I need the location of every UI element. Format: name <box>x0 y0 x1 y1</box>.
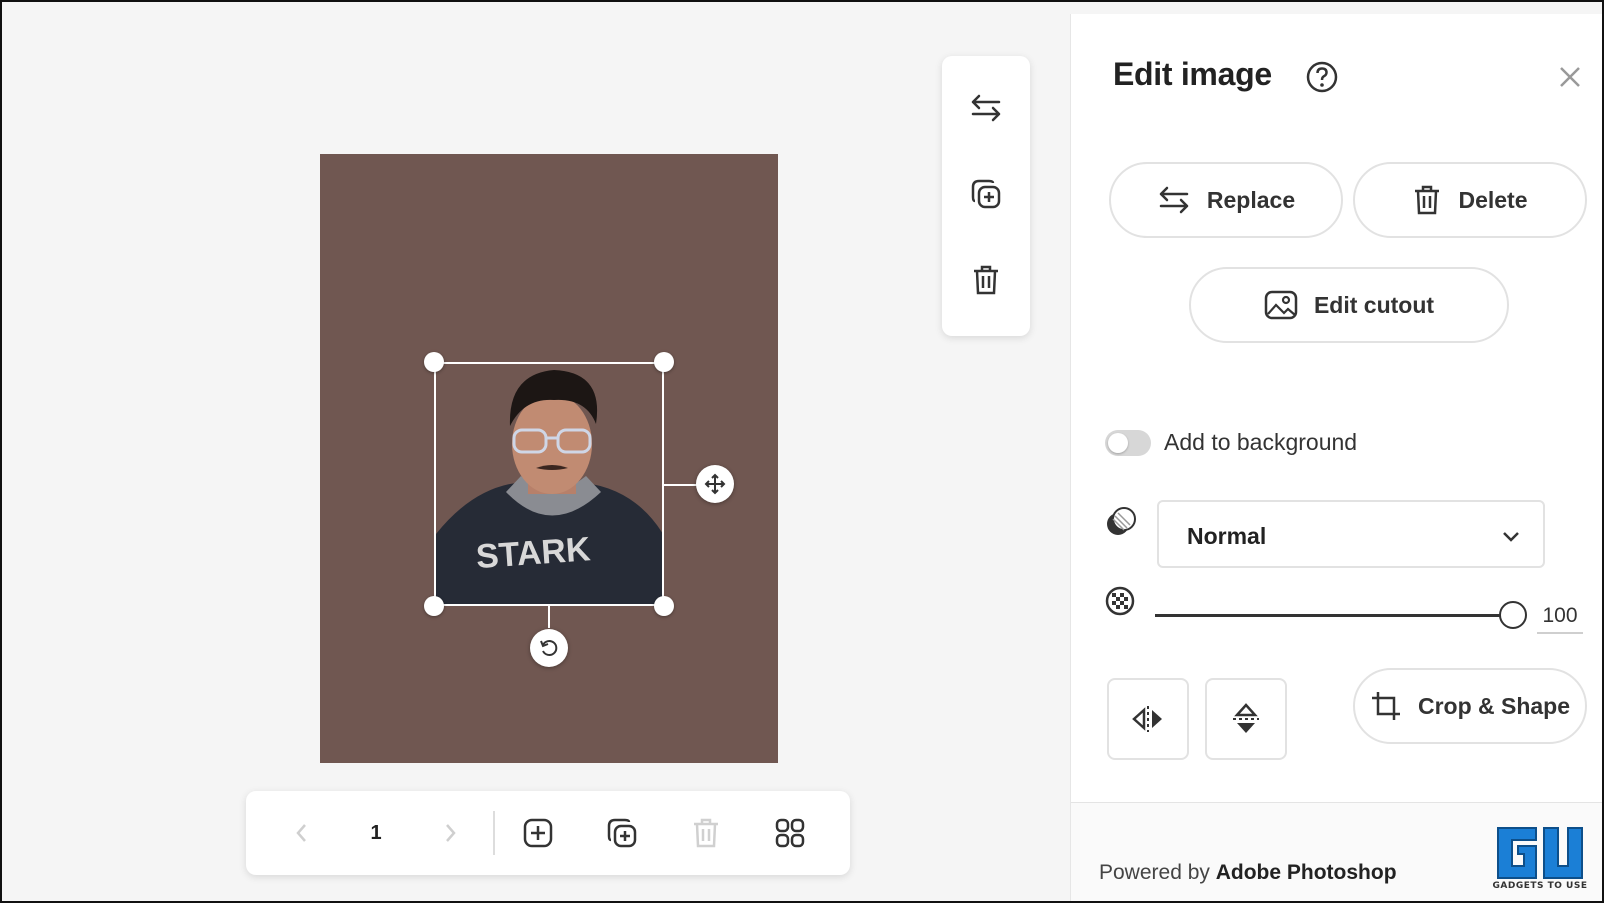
powered-by-text: Powered by Adobe Photoshop <box>1099 861 1397 885</box>
trash-icon <box>694 818 718 848</box>
top-strip <box>2 2 1602 14</box>
edit-image-panel: Edit image Replace Delete Edit cutout Ad… <box>1070 14 1603 901</box>
resize-handle-bottom-left[interactable] <box>424 596 444 616</box>
svg-text:STARK: STARK <box>475 530 592 576</box>
replace-button[interactable] <box>966 88 1006 128</box>
trash-icon <box>974 265 998 295</box>
trash-icon <box>1415 185 1440 215</box>
move-handle-connector <box>664 484 698 486</box>
move-icon <box>704 473 726 495</box>
edit-cutout-label: Edit cutout <box>1313 291 1435 318</box>
gadgets-to-use-text: GADGETS TO USE <box>1492 881 1588 891</box>
move-handle[interactable] <box>696 465 734 503</box>
replace-label: Replace <box>1206 186 1296 213</box>
opacity-slider[interactable] <box>1155 600 1527 630</box>
flip-horizontal-icon <box>1132 706 1162 732</box>
powered-by-brand: Adobe Photoshop <box>1215 861 1397 884</box>
flip-horizontal-button[interactable] <box>1107 678 1189 760</box>
swap-icon <box>971 94 1001 122</box>
chevron-left-icon <box>296 824 306 842</box>
edit-cutout-button[interactable]: Edit cutout <box>1189 267 1509 343</box>
duplicate-icon <box>971 179 1001 209</box>
crop-icon <box>1371 692 1400 720</box>
crop-shape-button[interactable]: Crop & Shape <box>1353 668 1587 744</box>
page-navigation-bar: 1 <box>246 791 850 875</box>
grid-icon <box>775 818 805 848</box>
person-photo: STARK <box>436 364 662 604</box>
floating-toolbar <box>942 56 1030 336</box>
chevron-right-icon <box>446 824 456 842</box>
duplicate-page-button[interactable] <box>600 813 644 853</box>
delete-page-button[interactable] <box>684 813 728 853</box>
opacity-value-input[interactable]: 100 <box>1537 604 1583 634</box>
resize-handle-bottom-right[interactable] <box>654 596 674 616</box>
help-icon[interactable] <box>1305 60 1339 94</box>
delete-label: Delete <box>1458 186 1528 213</box>
page-number-text: 1 <box>370 821 382 844</box>
previous-page-button[interactable] <box>282 813 322 853</box>
rotate-handle[interactable] <box>530 629 568 667</box>
opacity-icon <box>1105 586 1135 616</box>
add-to-background-label: Add to background <box>1164 429 1358 455</box>
close-icon[interactable] <box>1555 62 1585 92</box>
blend-mode-value: Normal <box>1187 523 1267 549</box>
chevron-down-icon <box>1503 532 1519 542</box>
panel-title: Edit image <box>1113 56 1272 92</box>
gadgets-to-use-logo: GADGETS TO USE <box>1492 824 1588 896</box>
gadgets-to-use-logo-mark <box>1497 827 1583 879</box>
delete-pill-button[interactable]: Delete <box>1353 162 1587 238</box>
add-page-icon <box>523 818 553 848</box>
rotate-icon <box>540 640 558 656</box>
blend-mode-icon <box>1107 507 1136 535</box>
opacity-slider-track <box>1155 614 1501 617</box>
powered-by-prefix: Powered by <box>1099 861 1216 884</box>
resize-handle-top-right[interactable] <box>654 352 674 372</box>
page-bar-divider <box>493 811 495 855</box>
selected-image[interactable]: STARK <box>424 352 674 616</box>
rotate-handle-connector <box>548 606 550 628</box>
image-icon <box>1264 290 1298 320</box>
next-page-button[interactable] <box>430 813 470 853</box>
add-page-button[interactable] <box>516 813 560 853</box>
crop-shape-label: Crop & Shape <box>1417 692 1571 719</box>
swap-icon <box>1159 186 1189 214</box>
resize-handle-top-left[interactable] <box>424 352 444 372</box>
blend-mode-select[interactable]: Normal <box>1157 500 1545 568</box>
flip-vertical-button[interactable] <box>1205 678 1287 760</box>
add-to-background-toggle[interactable] <box>1105 430 1151 456</box>
flip-vertical-icon <box>1233 703 1259 733</box>
page-number: 1 <box>356 813 396 853</box>
page-grid-button[interactable] <box>768 813 812 853</box>
duplicate-button[interactable] <box>966 174 1006 214</box>
replace-pill-button[interactable]: Replace <box>1109 162 1343 238</box>
opacity-slider-thumb[interactable] <box>1499 601 1527 629</box>
duplicate-page-icon <box>607 818 637 848</box>
delete-button[interactable] <box>966 260 1006 300</box>
